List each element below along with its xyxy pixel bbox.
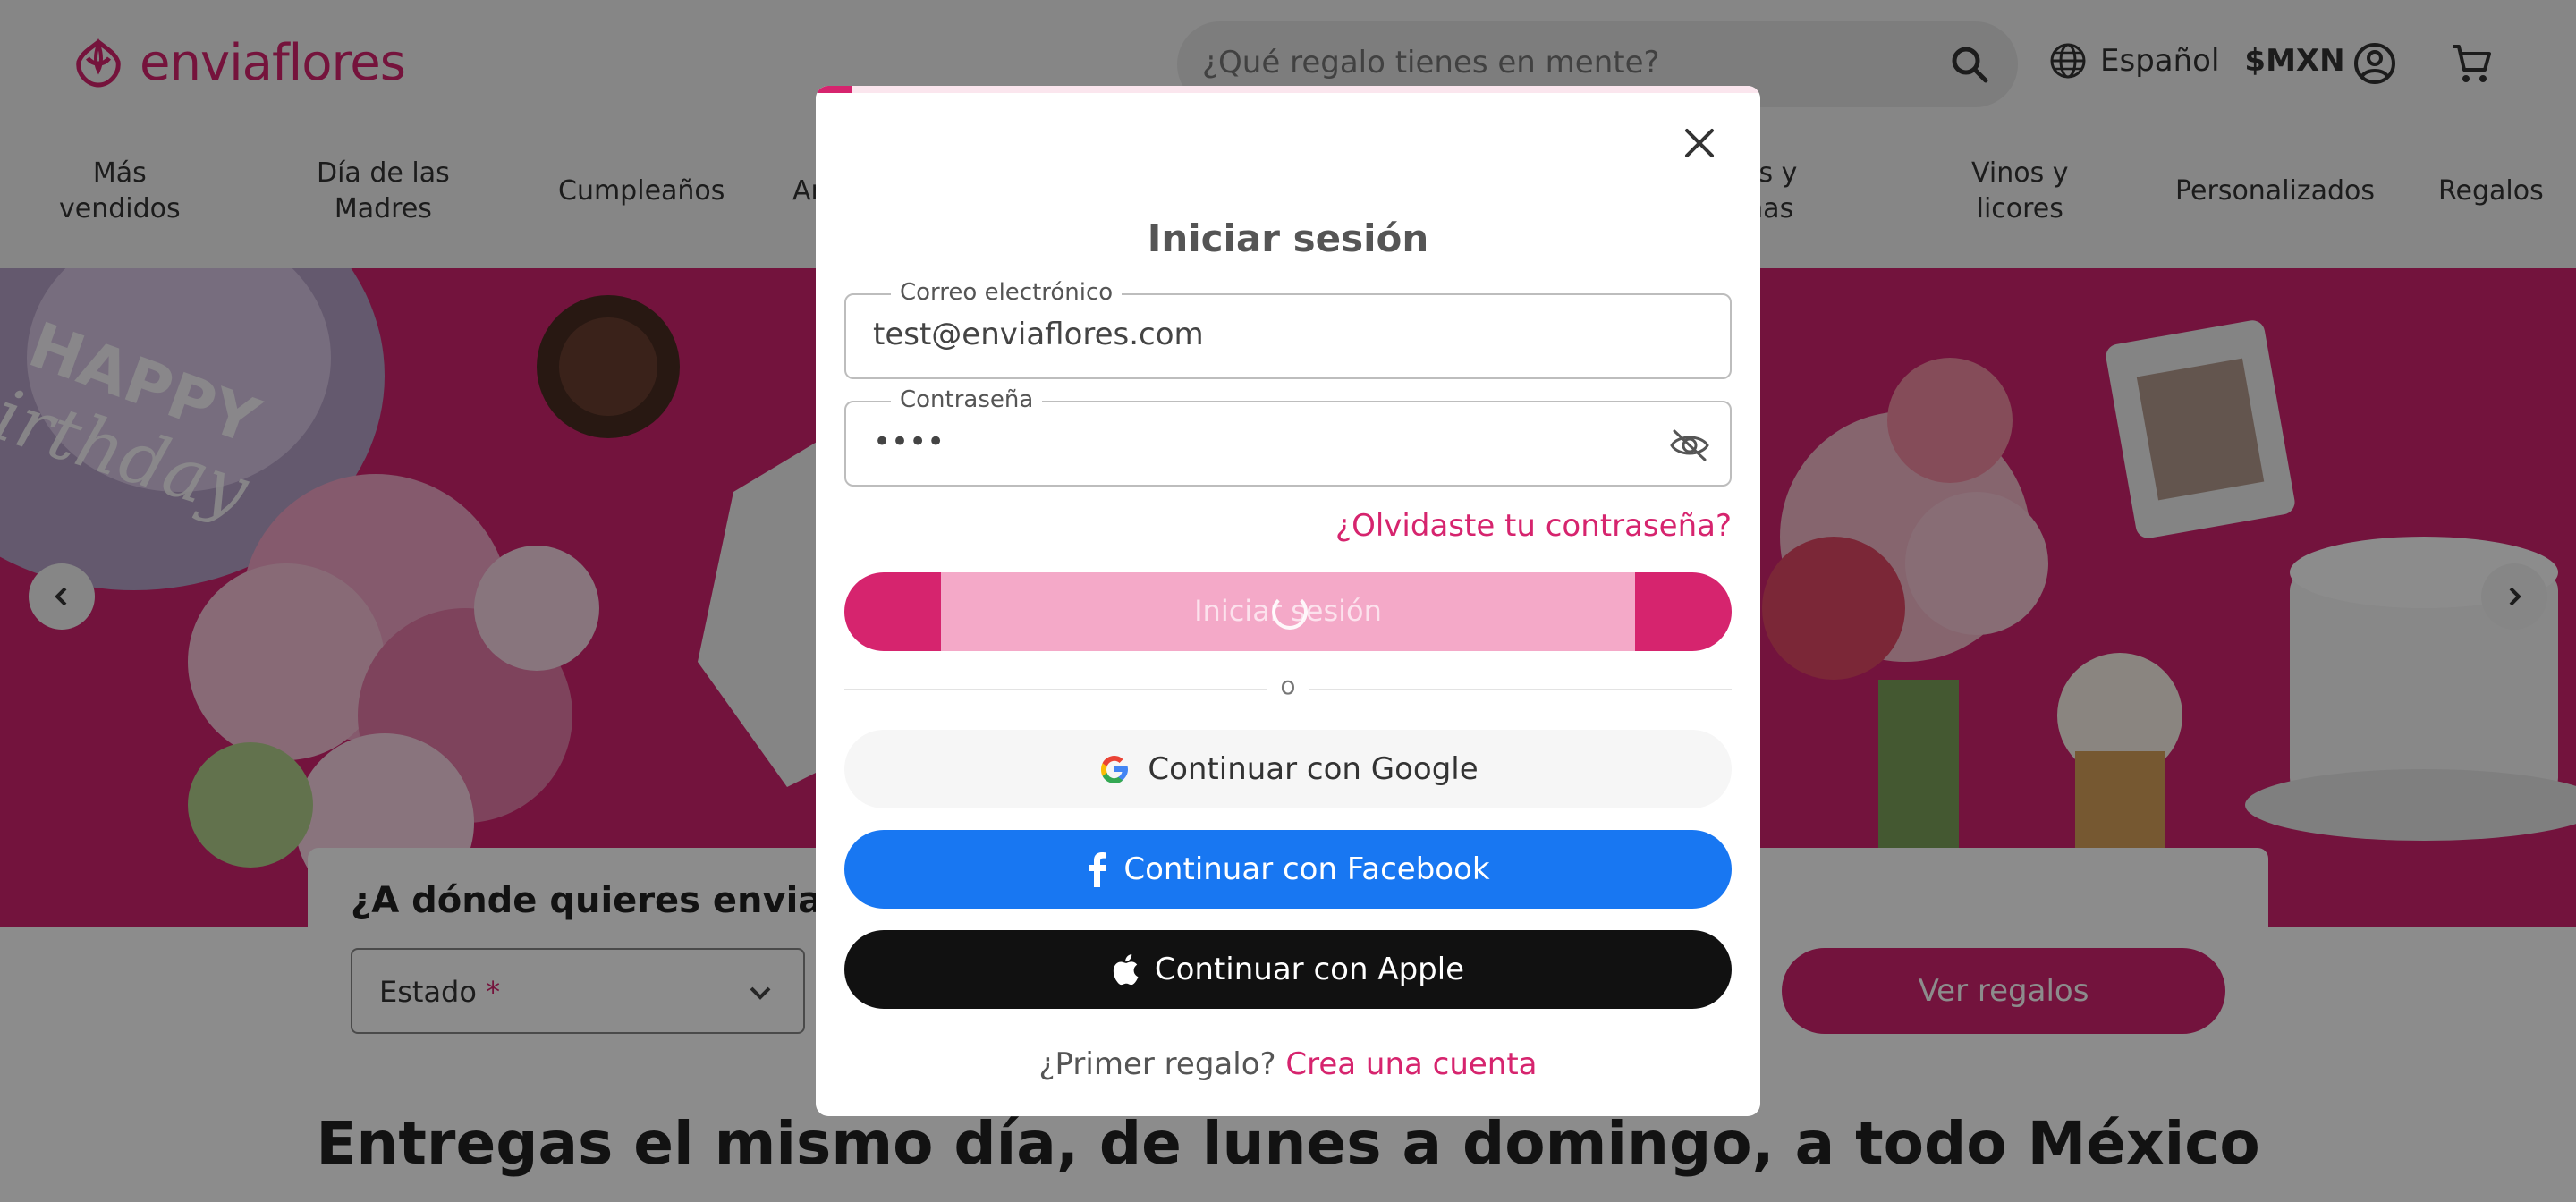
email-field[interactable]: Correo electrónico test@enviaflores.com <box>844 279 1732 379</box>
create-account-link[interactable]: Crea una cuenta <box>1285 1046 1537 1082</box>
facebook-login-label: Continuar con Facebook <box>1123 851 1490 887</box>
modal-title: Iniciar sesión <box>1147 216 1429 260</box>
google-login-button[interactable]: Continuar con Google <box>844 730 1732 808</box>
divider-text: o <box>1267 671 1309 700</box>
progress-track <box>816 86 1760 93</box>
facebook-login-button[interactable]: Continuar con Facebook <box>844 830 1732 909</box>
forgot-password-link[interactable]: ¿Olvidaste tu contraseña? <box>1335 508 1732 544</box>
apple-login-button[interactable]: Continuar con Apple <box>844 930 1732 1009</box>
loading-spinner-icon <box>1272 594 1308 630</box>
apple-icon <box>1113 954 1139 986</box>
password-field[interactable]: Contraseña •••• <box>844 386 1732 487</box>
login-submit-button[interactable]: Iniciar sesión <box>844 572 1732 651</box>
google-icon <box>1101 756 1129 783</box>
eye-off-icon[interactable] <box>1669 426 1710 465</box>
signup-prompt: ¿Primer regalo? Crea una cuenta <box>816 1046 1760 1082</box>
password-field-label: Contraseña <box>891 386 1043 413</box>
email-field-value[interactable]: test@enviaflores.com <box>873 317 1204 352</box>
email-field-label: Correo electrónico <box>891 279 1123 306</box>
login-modal: Iniciar sesión Correo electrónico test@e… <box>816 86 1760 1116</box>
close-icon[interactable] <box>1680 123 1719 163</box>
facebook-icon <box>1089 852 1107 887</box>
apple-login-label: Continuar con Apple <box>1154 952 1465 987</box>
password-field-value[interactable]: •••• <box>873 424 945 460</box>
google-login-label: Continuar con Google <box>1148 751 1479 787</box>
signup-prompt-text: ¿Primer regalo? <box>1038 1046 1276 1082</box>
progress-bar <box>816 86 852 93</box>
